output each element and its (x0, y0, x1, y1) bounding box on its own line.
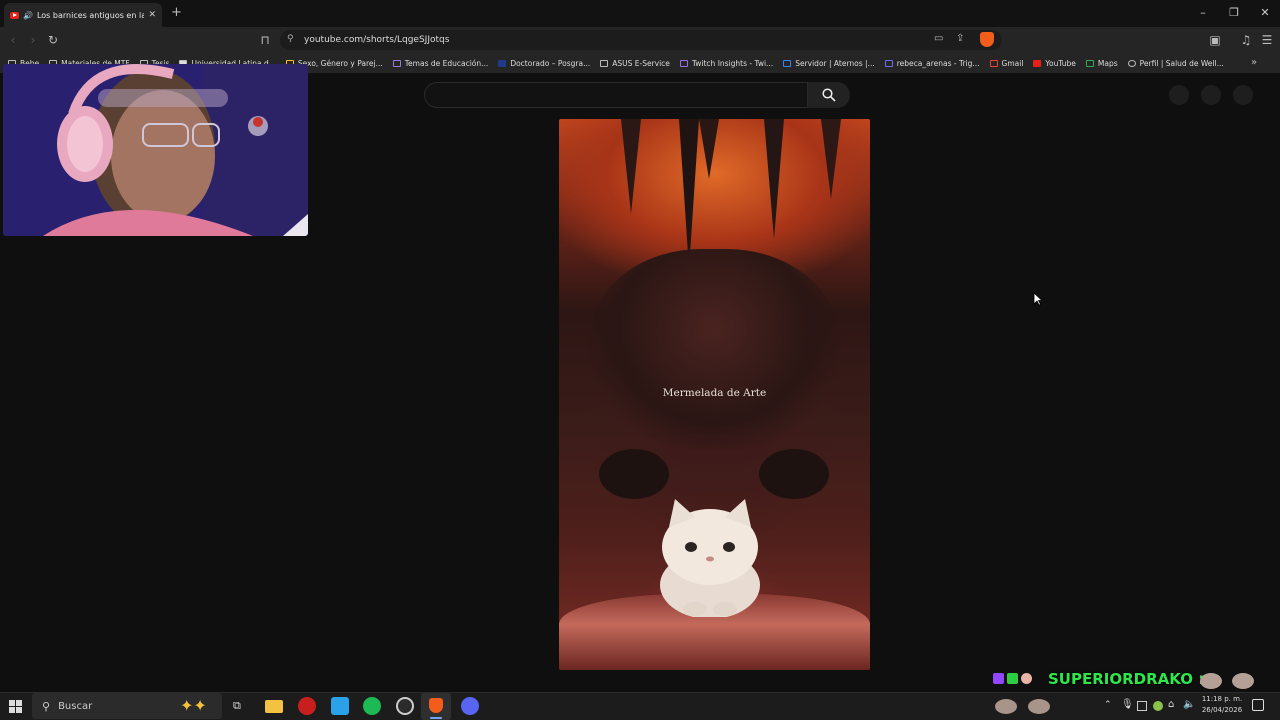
site-info-icon[interactable]: ⚲ (287, 34, 294, 44)
avatar[interactable] (1233, 85, 1253, 105)
youtube-icon (1033, 59, 1042, 67)
file-explorer-icon[interactable] (265, 700, 283, 713)
taskbar-clock[interactable]: 11:18 p. m. 26/04/2026 (1196, 694, 1248, 716)
minimize-icon[interactable]: – (1188, 4, 1218, 22)
tab-strip (0, 0, 1280, 27)
search-icon: ⚲ (42, 699, 51, 713)
header-action-button[interactable] (1169, 85, 1189, 105)
emote-icon (1232, 673, 1254, 689)
copilot-sparkle-icon: ✦✦ (180, 696, 207, 715)
chat-username: SUPERIORDRAKO : (1048, 670, 1204, 688)
bookmark-item[interactable]: rebeca_arenas - Trig... (884, 59, 980, 68)
folder-icon (600, 59, 609, 67)
tray-emote-icon (995, 699, 1017, 714)
bookmark-favicon-icon (783, 59, 792, 67)
app-blue-icon[interactable] (331, 697, 349, 715)
start-button[interactable] (9, 700, 22, 713)
bookmark-item[interactable]: Gmail (989, 59, 1023, 68)
globe-icon (1127, 59, 1136, 67)
puzzle-badge-icon (1007, 673, 1018, 684)
speaker-icon[interactable]: 🔊 (23, 11, 33, 20)
bookmark-item[interactable]: ASUS E-Service (600, 59, 670, 68)
emote-icon (1200, 673, 1222, 689)
demon-eye-shape (759, 449, 829, 499)
bookmark-item[interactable]: Doctorado – Posgra... (498, 59, 590, 68)
app-red-icon[interactable] (298, 697, 316, 715)
search-button[interactable] (808, 82, 850, 108)
share-icon[interactable]: ⇪ (956, 33, 964, 44)
address-bar[interactable]: ⚲ youtube.com/shorts/LqgeSJJotqs ▭ ⇪ (280, 30, 1002, 50)
microphone-icon[interactable]: 🎙 (1121, 699, 1134, 710)
avatar-badge-icon (1021, 673, 1032, 684)
tray-emote-icon (1028, 699, 1050, 714)
youtube-favicon-icon (10, 11, 19, 19)
taskbar-search[interactable]: ⚲ Buscar ✦✦ (32, 693, 222, 719)
tray-chevron-up-icon[interactable]: ⌃ (1104, 700, 1112, 710)
task-view-icon[interactable]: ⧉ (233, 699, 241, 713)
tab-title: Los barnices antiguos en las p (36, 10, 145, 20)
crown-spike (621, 119, 641, 214)
taskbar-search-placeholder: Buscar (58, 700, 93, 712)
brave-shield-icon[interactable] (980, 32, 994, 47)
sidebar-icon[interactable]: ▣ (1206, 31, 1224, 49)
browser-tab[interactable]: 🔊 Los barnices antiguos en las p ✕ (4, 3, 162, 27)
bookmark-item[interactable]: Maps (1085, 59, 1118, 68)
close-tab-icon[interactable]: ✕ (148, 10, 156, 20)
chart-icon (679, 59, 688, 67)
discord-icon[interactable] (461, 697, 479, 715)
cast-icon[interactable]: ▭ (934, 33, 943, 44)
bookmark-item[interactable]: Servidor | Aternos |... (783, 59, 875, 68)
twitch-icon (993, 673, 1004, 684)
restore-icon[interactable]: ❐ (1219, 4, 1249, 22)
tray-app-icon[interactable] (1153, 701, 1163, 711)
tray-app-icon[interactable] (1137, 701, 1147, 711)
gmail-icon (989, 59, 998, 67)
media-icon[interactable]: ♫ (1237, 31, 1255, 49)
new-tab-button[interactable]: + (171, 5, 182, 20)
brave-icon[interactable] (421, 693, 451, 720)
header-action-button[interactable] (1201, 85, 1221, 105)
crown-spike (764, 119, 784, 239)
obs-icon[interactable] (396, 697, 414, 715)
back-icon[interactable]: ‹ (4, 31, 22, 49)
bookmark-favicon-icon (884, 59, 893, 67)
bookmark-item[interactable]: YouTube (1033, 59, 1076, 68)
bookmarks-more-button[interactable]: » (1251, 57, 1257, 68)
network-icon[interactable]: ⌂ (1168, 699, 1174, 710)
url-text: youtube.com/shorts/LqgeSJJotqs (304, 35, 450, 45)
chat-badges (993, 673, 1032, 684)
bookmark-item[interactable]: Twitch Insights - Twi... (679, 59, 773, 68)
crown-spike (821, 119, 841, 199)
forward-icon[interactable]: › (24, 31, 42, 49)
menu-icon[interactable]: ☰ (1258, 31, 1276, 49)
short-video-player[interactable]: Mermelada de Arte (559, 119, 870, 670)
search-icon (822, 88, 836, 102)
search-input[interactable] (424, 82, 808, 108)
spotify-icon[interactable] (363, 697, 381, 715)
clock-date: 26/04/2026 (1201, 706, 1243, 714)
mouse-cursor-icon (1033, 292, 1043, 306)
bookmark-icon[interactable]: ⊓ (256, 31, 274, 49)
demon-eye-shape (599, 449, 669, 499)
bookmark-favicon-icon (498, 59, 507, 67)
layers-icon (392, 59, 401, 67)
streamer-webcam-image (3, 64, 308, 236)
close-window-icon[interactable]: ✕ (1250, 4, 1280, 22)
crown-spike (679, 119, 699, 269)
webcam-overlay (3, 64, 308, 236)
clock-time: 11:18 p. m. (1201, 695, 1243, 703)
volume-icon[interactable]: 🔈 (1183, 699, 1195, 710)
bookmark-item[interactable]: Temas de Educación... (392, 59, 488, 68)
demon-face-shape (589, 249, 839, 449)
bookmark-item[interactable]: Perfil | Salud de Well... (1127, 59, 1224, 68)
reload-icon[interactable]: ↻ (44, 31, 62, 49)
notifications-icon[interactable] (1252, 699, 1264, 711)
video-overlay-text: Mermelada de Arte (662, 387, 767, 399)
crown-spike (699, 119, 719, 179)
cat-image (660, 499, 760, 617)
maps-icon (1085, 59, 1094, 67)
